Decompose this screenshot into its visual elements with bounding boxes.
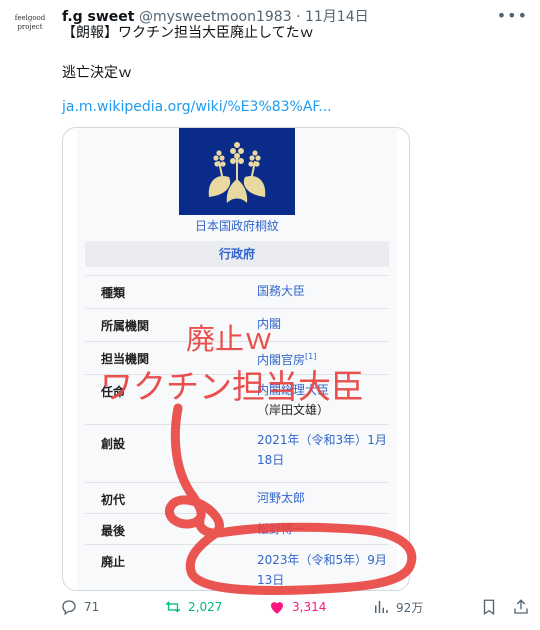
- infobox-row: 所属機関 内閣: [85, 308, 389, 342]
- infobox-row: 最後 松野博一: [85, 513, 389, 545]
- avatar-text-1: feelgood: [14, 14, 46, 22]
- tweet-link[interactable]: ja.m.wikipedia.org/wiki/%E3%83%AF...: [62, 98, 332, 116]
- emblem-caption[interactable]: 日本国政府桐紋: [77, 217, 397, 234]
- bookmark-icon: [483, 599, 495, 616]
- tweet-line-2: 逃亡決定ｗ: [62, 65, 132, 81]
- media-card[interactable]: 日本国政府桐紋 行政府 種類 国務大臣 所属機関 内閣 担当機関 内閣官房[1]…: [62, 127, 410, 591]
- row-value-year[interactable]: 2023年（令和5年）: [257, 553, 367, 567]
- retweet-button[interactable]: 2,027: [164, 598, 222, 616]
- retweet-count: 2,027: [188, 600, 223, 614]
- like-count: 3,314: [292, 600, 327, 614]
- infobox-row: 種類 国務大臣: [85, 275, 389, 309]
- infobox-row: 初代 河野太郎: [85, 482, 389, 514]
- infobox-row: 廃止 2023年（令和5年）9月13日: [85, 544, 389, 590]
- separator-dot: ·: [296, 9, 301, 25]
- author-handle[interactable]: @mysweetmoon1983: [139, 9, 292, 25]
- row-key: 種類: [101, 286, 126, 300]
- retweet-icon: [165, 601, 181, 613]
- infobox-row: 担当機関 内閣官房[1]: [85, 341, 389, 375]
- row-value-link[interactable]: 内閣官房: [257, 353, 305, 367]
- share-icon: [514, 599, 528, 614]
- reply-icon: [62, 600, 76, 616]
- like-button[interactable]: 3,314: [268, 598, 326, 616]
- row-key: 任命: [101, 385, 126, 399]
- row-value[interactable]: 内閣: [257, 314, 397, 334]
- tweet-line-1: 【朗報】ワクチン担当大臣廃止してたｗ: [62, 25, 314, 41]
- citation-ref[interactable]: [1]: [305, 352, 316, 361]
- more-options-icon[interactable]: •••: [497, 6, 528, 25]
- bookmark-button[interactable]: [480, 598, 498, 616]
- infobox-header[interactable]: 行政府: [85, 241, 389, 267]
- row-value[interactable]: 国務大臣: [257, 281, 397, 301]
- avatar-text-2: project: [17, 23, 43, 31]
- infobox-row: 任命 内閣総理大臣 （岸田文雄）: [85, 374, 389, 425]
- heart-icon: [271, 602, 283, 614]
- views-button[interactable]: 92万: [372, 598, 423, 616]
- row-key: 初代: [101, 493, 126, 507]
- row-value: 2021年（令和3年）1月18日: [257, 430, 397, 470]
- views-icon: [375, 601, 388, 613]
- tweet-actions: 71 2,027 3,314 92万: [60, 598, 530, 622]
- paulownia-emblem-icon: [208, 141, 266, 203]
- wikipedia-infobox: 日本国政府桐紋 行政府 種類 国務大臣 所属機関 内閣 担当機関 内閣官房[1]…: [77, 128, 397, 590]
- view-count: 92万: [396, 600, 424, 615]
- row-key: 最後: [101, 524, 126, 538]
- row-key: 廃止: [101, 555, 126, 569]
- reply-count: 71: [84, 600, 100, 614]
- row-value-note: （岸田文雄）: [257, 403, 330, 417]
- row-key: 所属機関: [101, 319, 150, 333]
- row-value-year[interactable]: 2021年（令和3年）: [257, 433, 367, 447]
- row-value: 内閣官房[1]: [257, 347, 397, 370]
- infobox-row: 創設 2021年（令和3年）1月18日: [85, 424, 389, 483]
- row-value: 内閣総理大臣 （岸田文雄）: [257, 380, 397, 420]
- share-button[interactable]: [512, 598, 530, 616]
- government-emblem-flag: [179, 128, 295, 215]
- row-key: 創設: [101, 437, 126, 451]
- author-name[interactable]: f.g sweet: [62, 9, 135, 25]
- row-value-link[interactable]: 内閣総理大臣: [257, 380, 397, 400]
- tweet-header: f.g sweet @mysweetmoon1983 · 11月14日: [62, 6, 510, 26]
- row-value[interactable]: 松野博一: [257, 519, 397, 539]
- reply-button[interactable]: 71: [60, 598, 99, 616]
- avatar[interactable]: feelgood project: [10, 6, 50, 46]
- row-value: 2023年（令和5年）9月13日: [257, 550, 397, 590]
- tweet-date[interactable]: 11月14日: [305, 9, 369, 25]
- row-key: 担当機関: [101, 352, 150, 366]
- row-value[interactable]: 河野太郎: [257, 488, 397, 508]
